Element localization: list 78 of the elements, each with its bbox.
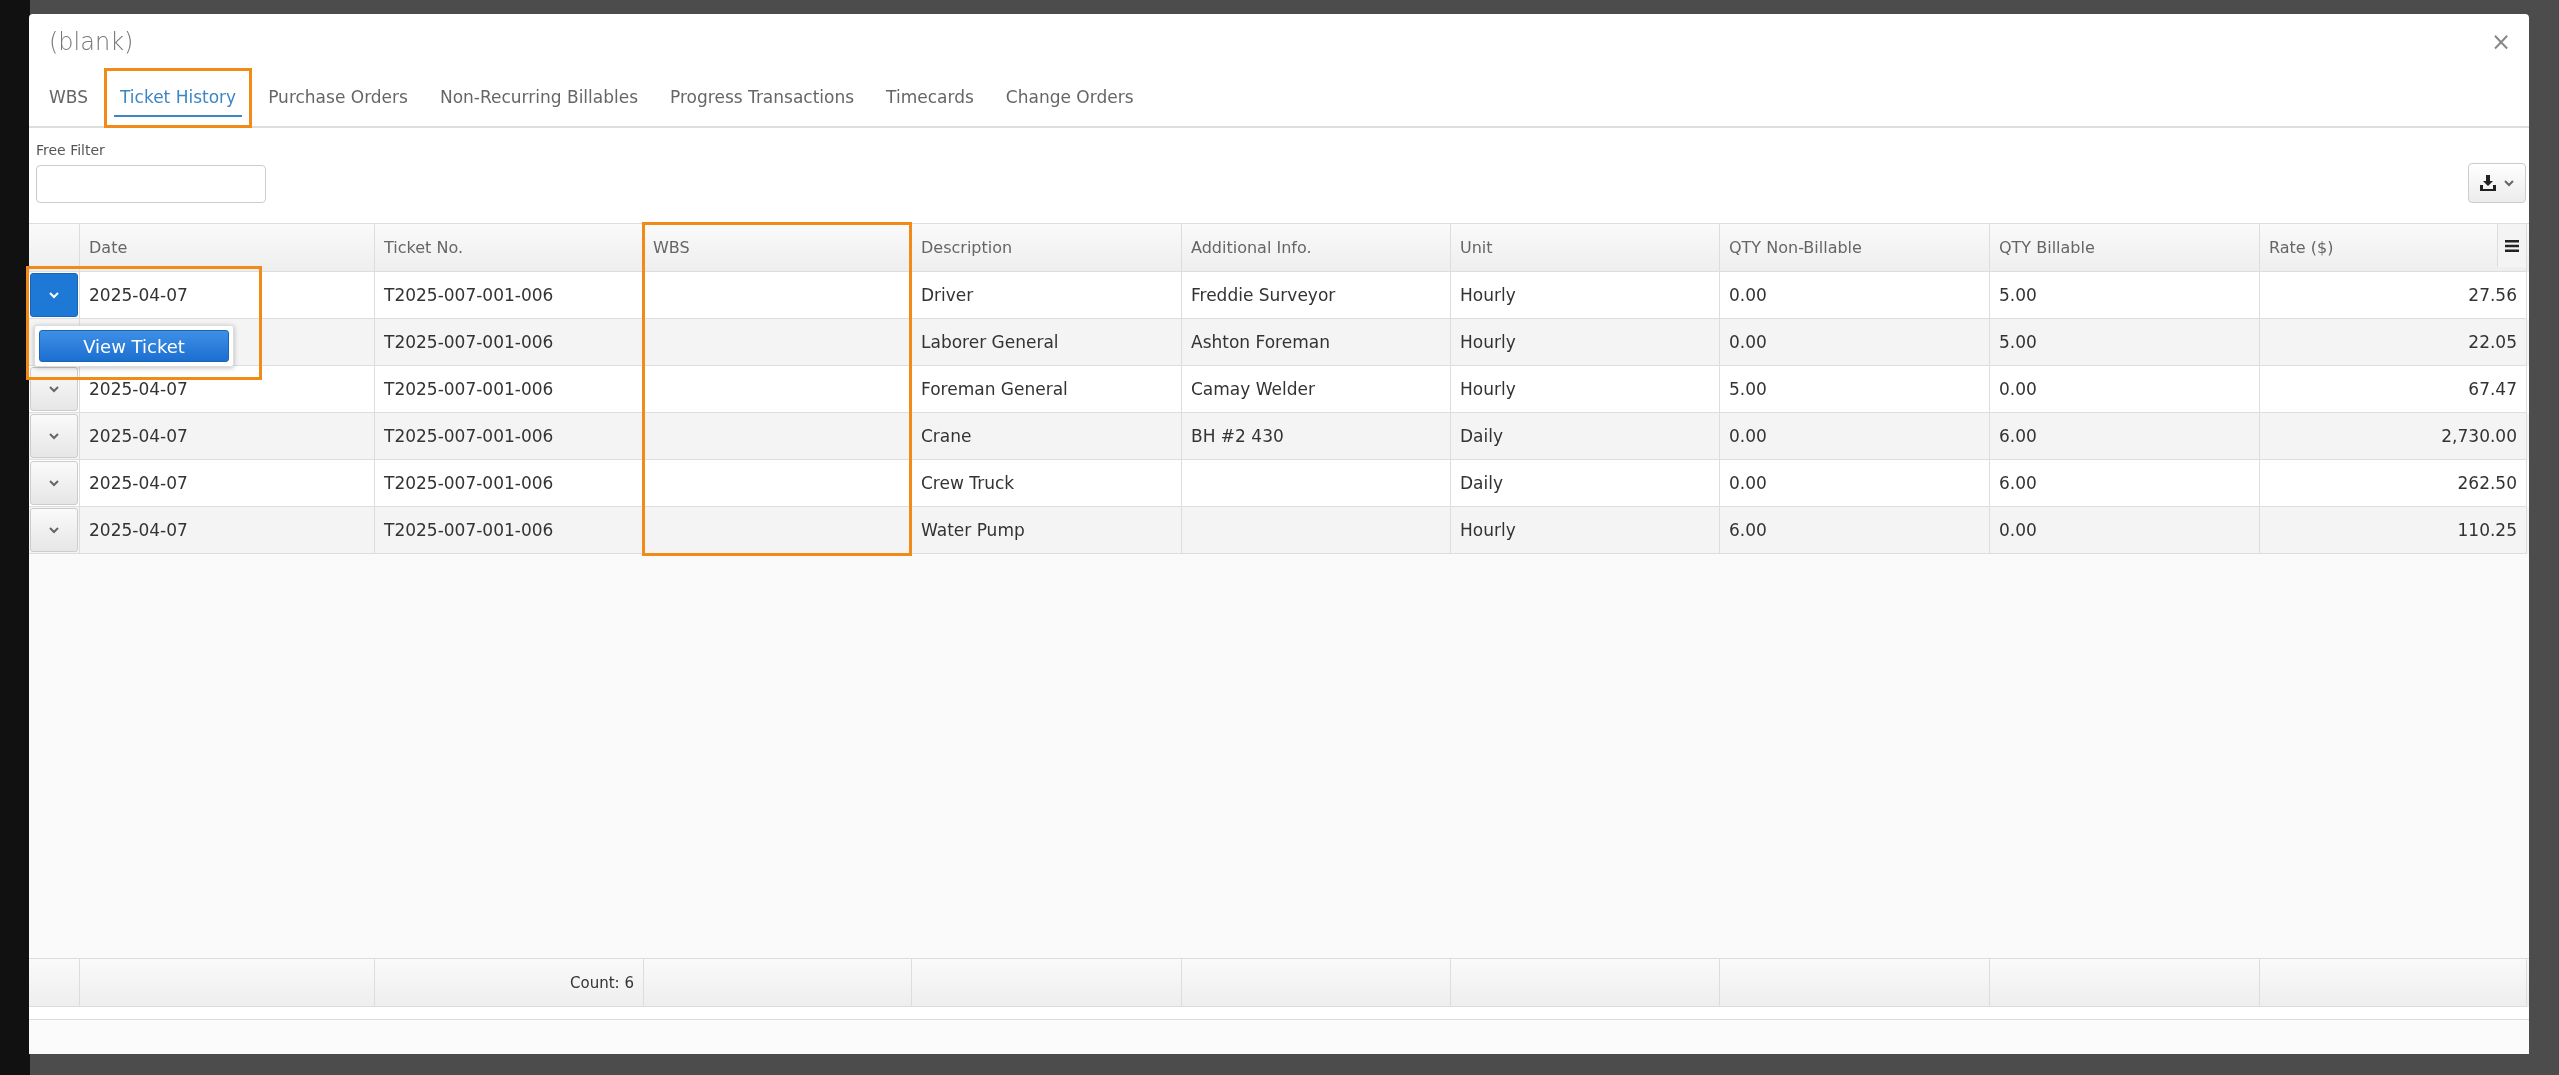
tab[interactable]: Non-Recurring Billables: [433, 79, 645, 117]
table-cell: T2025-007-001-006: [384, 285, 554, 305]
table-cell: 110.25: [2457, 520, 2517, 540]
table-cell: 0.00: [1999, 379, 2037, 399]
table-cell: 6.00: [1999, 426, 2037, 446]
table-cell: 6.00: [1999, 473, 2037, 493]
table-cell: 0.00: [1729, 285, 1767, 305]
table-cell: T2025-007-001-006: [384, 332, 554, 352]
chevron-down-icon: [48, 526, 60, 534]
chevron-down-icon: [48, 291, 60, 299]
column-header: Date: [89, 238, 128, 257]
tab[interactable]: Purchase Orders: [262, 79, 414, 117]
column-header: QTY Billable: [1999, 238, 2095, 257]
table-cell: Daily: [1460, 473, 1503, 493]
table-cell: 2025-04-07: [89, 473, 188, 493]
column-header: Additional Info.: [1191, 238, 1312, 257]
column-header: Ticket No.: [384, 238, 463, 257]
table-cell: 5.00: [1999, 332, 2037, 352]
close-button[interactable]: ×: [2490, 28, 2511, 56]
table-cell: 262.50: [2457, 473, 2517, 493]
view-ticket-button[interactable]: View Ticket: [39, 330, 229, 362]
table-cell: Driver: [921, 285, 974, 305]
table-cell: T2025-007-001-006: [384, 379, 554, 399]
table-cell: Laborer General: [921, 332, 1059, 352]
table-cell: 0.00: [1729, 426, 1767, 446]
chevron-down-icon: [48, 479, 60, 487]
column-header: Description: [921, 238, 1013, 257]
expand-button[interactable]: [30, 273, 78, 317]
table-cell: 5.00: [1729, 379, 1767, 399]
column-header: Unit: [1460, 238, 1493, 257]
table-cell: 2025-04-07: [89, 426, 188, 446]
table-cell: Foreman General: [921, 379, 1068, 399]
table-cell: 6.00: [1729, 520, 1767, 540]
table-cell: Camay Welder: [1191, 379, 1315, 399]
table-cell: Water Pump: [921, 520, 1025, 540]
table-cell: T2025-007-001-006: [384, 426, 554, 446]
table-cell: 0.00: [1729, 473, 1767, 493]
table-cell: Hourly: [1460, 285, 1516, 305]
table-cell: Freddie Surveyor: [1191, 285, 1336, 305]
dialog-title: (blank): [49, 28, 134, 56]
table-cell: 2,730.00: [2441, 426, 2517, 446]
table-cell: Hourly: [1460, 332, 1516, 352]
table-cell: Hourly: [1460, 379, 1516, 399]
column-header: QTY Non-Billable: [1729, 238, 1862, 257]
chevron-down-icon: [48, 385, 60, 393]
menu-icon: [2505, 239, 2519, 252]
table-cell: Crane: [921, 426, 972, 446]
table-cell: 0.00: [1999, 520, 2037, 540]
row-count: Count: 6: [570, 973, 634, 992]
export-button[interactable]: [2468, 163, 2526, 203]
menu-button[interactable]: [2497, 224, 2526, 267]
table-cell: Hourly: [1460, 520, 1516, 540]
table-cell: 2025-04-07: [89, 285, 188, 305]
table-cell: 0.00: [1729, 332, 1767, 352]
table-cell: Daily: [1460, 426, 1503, 446]
tab[interactable]: Timecards: [880, 79, 980, 117]
column-header: Rate ($): [2269, 238, 2334, 257]
tab[interactable]: Progress Transactions: [664, 79, 861, 117]
table-cell: T2025-007-001-006: [384, 520, 554, 540]
table-cell: T2025-007-001-006: [384, 473, 554, 493]
tab[interactable]: WBS: [43, 79, 94, 117]
table-cell: 2025-04-07: [89, 379, 188, 399]
filter-label: Free Filter: [36, 142, 106, 158]
tab[interactable]: Change Orders: [999, 79, 1140, 117]
table-cell: 22.05: [2468, 332, 2517, 352]
table-cell: 5.00: [1999, 285, 2037, 305]
table-cell: Ashton Foreman: [1191, 332, 1330, 352]
chevron-down-icon: [2503, 179, 2515, 187]
table-cell: 67.47: [2468, 379, 2517, 399]
filter-field[interactable]: [36, 165, 266, 203]
table-cell: Crew Truck: [921, 473, 1015, 493]
table-cell: 2025-04-07: [89, 520, 188, 540]
table-cell: BH #2 430: [1191, 426, 1284, 446]
chevron-down-icon: [48, 432, 60, 440]
column-header: WBS: [653, 238, 690, 257]
download-icon: [2479, 174, 2497, 192]
tab[interactable]: Ticket History: [113, 79, 243, 117]
table-cell: 27.56: [2468, 285, 2517, 305]
